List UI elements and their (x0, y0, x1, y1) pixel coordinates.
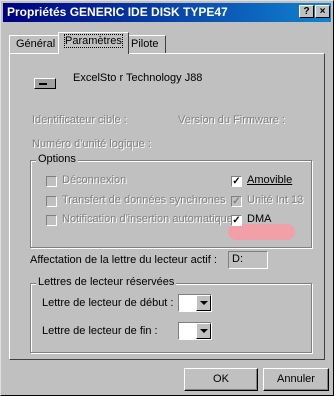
disk-drive-icon (34, 78, 56, 89)
tab-pilote-label: Pilote (131, 38, 159, 50)
int13-label: Unité Int 13 (247, 194, 304, 206)
int13-checkbox[interactable]: ✓ (231, 196, 242, 207)
disconnect-label: Déconnexion (62, 174, 127, 186)
chevron-down-icon[interactable] (196, 323, 211, 339)
removable-label: Amovible (247, 174, 293, 186)
reserved-letters-group (30, 283, 312, 353)
dma-checkbox[interactable]: ✓ (231, 215, 242, 226)
removable-checkbox[interactable]: ✓ (231, 176, 242, 187)
settings-panel: ExcelSto r Technology J88 Identificateur… (9, 53, 325, 360)
tab-general[interactable]: Général (9, 35, 63, 53)
device-name: ExcelSto r Technology J88 (73, 72, 203, 84)
removable-highlight (228, 224, 295, 240)
sync-transfer-label: Transfert de données synchrones (62, 194, 226, 206)
sync-transfer-checkbox[interactable] (46, 196, 57, 207)
target-id-label: Identificateur cible : (32, 114, 127, 126)
cancel-button[interactable]: Annuler (263, 368, 329, 391)
auto-insert-checkbox[interactable] (46, 215, 57, 226)
title-bar: Propriétés GENERIC IDE DISK TYPE47 (3, 3, 331, 22)
help-button[interactable]: ? (299, 5, 314, 18)
chevron-down-icon[interactable] (196, 295, 211, 311)
end-letter-select[interactable] (178, 322, 212, 340)
start-letter-label: Lettre de lecteur de début : (42, 297, 174, 309)
start-letter-select[interactable] (178, 294, 212, 312)
reserved-letters-legend: Lettres de lecteur réservées (36, 276, 177, 288)
close-button[interactable]: × (315, 5, 330, 18)
tab-general-label: Général (16, 38, 56, 50)
end-letter-label: Lettre de lecteur de fin : (42, 325, 158, 337)
drive-letter-field[interactable]: D: (228, 251, 268, 269)
tab-pilote[interactable]: Pilote (124, 35, 166, 53)
properties-window: Propriétés GENERIC IDE DISK TYPE47 ? × G… (0, 0, 334, 396)
options-legend: Options (36, 153, 78, 165)
tab-parametres[interactable]: Paramètres (58, 32, 129, 54)
ok-button[interactable]: OK (184, 368, 258, 391)
disconnect-checkbox[interactable] (46, 176, 57, 187)
dma-label: DMA (247, 213, 272, 225)
tab-parametres-label: Paramètres (64, 34, 123, 48)
window-title: Propriétés GENERIC IDE DISK TYPE47 (7, 5, 228, 19)
firmware-label: Version du Firmware : (178, 114, 285, 126)
auto-insert-label: Notification d'insertion automatique (62, 213, 233, 225)
lun-label: Numéro d'unité logique : (32, 138, 151, 150)
drive-letter-label: Affectation de la lettre du lecteur acti… (30, 254, 217, 266)
